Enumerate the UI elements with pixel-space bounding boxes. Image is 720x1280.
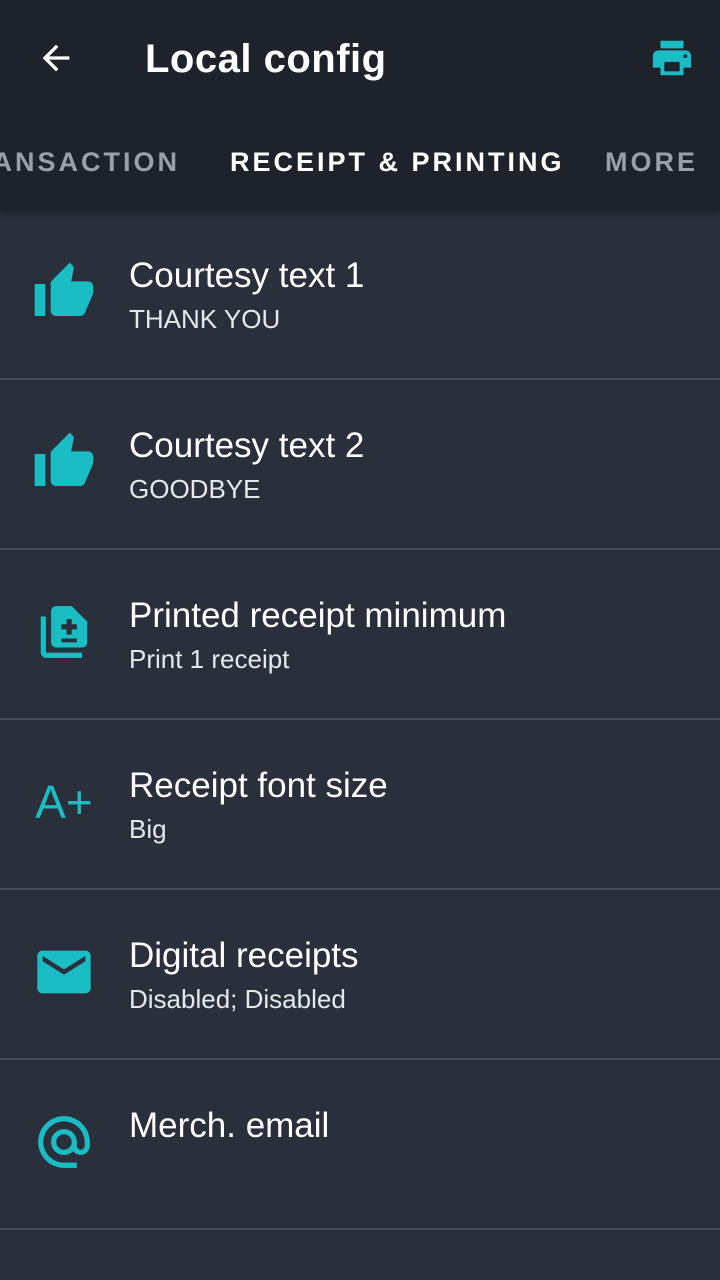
font-size-icon-glyph: A+ bbox=[35, 776, 93, 828]
setting-courtesy-text-1[interactable]: Courtesy text 1 THANK YOU bbox=[0, 210, 720, 380]
app-bar: Local config bbox=[0, 0, 720, 118]
tab-bar: ANSACTION RECEIPT & PRINTING MORE bbox=[0, 118, 720, 210]
setting-title: Printed receipt minimum bbox=[129, 596, 507, 635]
tab-receipt-printing[interactable]: RECEIPT & PRINTING bbox=[230, 146, 565, 178]
setting-value: GOODBYE bbox=[129, 474, 261, 504]
tab-more[interactable]: MORE bbox=[605, 146, 698, 178]
page-title: Local config bbox=[145, 37, 387, 81]
at-sign-icon bbox=[30, 1108, 98, 1176]
setting-courtesy-text-2[interactable]: Courtesy text 2 GOODBYE bbox=[0, 380, 720, 550]
setting-title: Receipt font size bbox=[129, 766, 388, 805]
setting-title: Courtesy text 2 bbox=[129, 426, 365, 465]
setting-title: Digital receipts bbox=[129, 936, 359, 975]
setting-printed-receipt-minimum[interactable]: Printed receipt minimum Print 1 receipt bbox=[0, 550, 720, 720]
arrow-back-icon bbox=[42, 44, 70, 72]
printer-icon bbox=[652, 40, 692, 76]
setting-value: Disabled; Disabled bbox=[129, 984, 346, 1014]
setting-receipt-font-size[interactable]: A+ Receipt font size Big bbox=[0, 720, 720, 890]
tab-transaction[interactable]: ANSACTION bbox=[0, 146, 180, 178]
print-button[interactable] bbox=[644, 30, 700, 86]
settings-list: Courtesy text 1 THANK YOU Courtesy text … bbox=[0, 210, 720, 1230]
envelope-icon bbox=[30, 938, 98, 1006]
receipt-copies-icon bbox=[30, 598, 98, 666]
thumb-up-icon bbox=[30, 258, 98, 326]
local-config-screen: Local config ANSACTION RECEIPT & PRINTIN… bbox=[0, 0, 720, 1280]
thumb-up-icon bbox=[30, 428, 98, 496]
setting-title: Merch. email bbox=[129, 1106, 330, 1145]
setting-merch-email[interactable]: Merch. email bbox=[0, 1060, 720, 1230]
setting-value: THANK YOU bbox=[129, 304, 281, 334]
font-size-increase-icon: A+ bbox=[30, 768, 98, 836]
setting-value: Big bbox=[129, 814, 167, 844]
back-button[interactable] bbox=[26, 28, 86, 88]
setting-value: Print 1 receipt bbox=[129, 644, 290, 674]
setting-title: Courtesy text 1 bbox=[129, 256, 365, 295]
setting-digital-receipts[interactable]: Digital receipts Disabled; Disabled bbox=[0, 890, 720, 1060]
